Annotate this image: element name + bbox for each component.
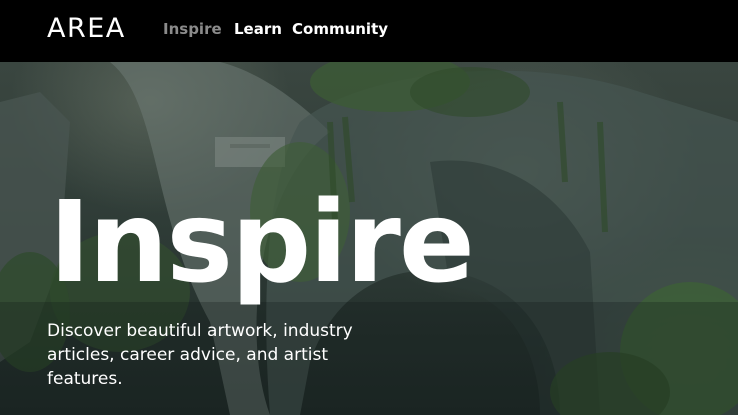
nav-item-learn[interactable]: Learn <box>234 19 282 39</box>
top-navigation-bar: AREA Inspire Learn Community <box>0 0 738 62</box>
hero-banner: Inspire Discover beautiful artwork, indu… <box>0 62 738 415</box>
nav-item-inspire[interactable]: Inspire <box>163 19 222 39</box>
nav-item-community[interactable]: Community <box>292 19 388 39</box>
area-logo[interactable]: AREA <box>47 13 126 45</box>
hero-description: Discover beautiful artwork, industry art… <box>47 321 353 389</box>
hero-title: Inspire <box>49 178 475 308</box>
